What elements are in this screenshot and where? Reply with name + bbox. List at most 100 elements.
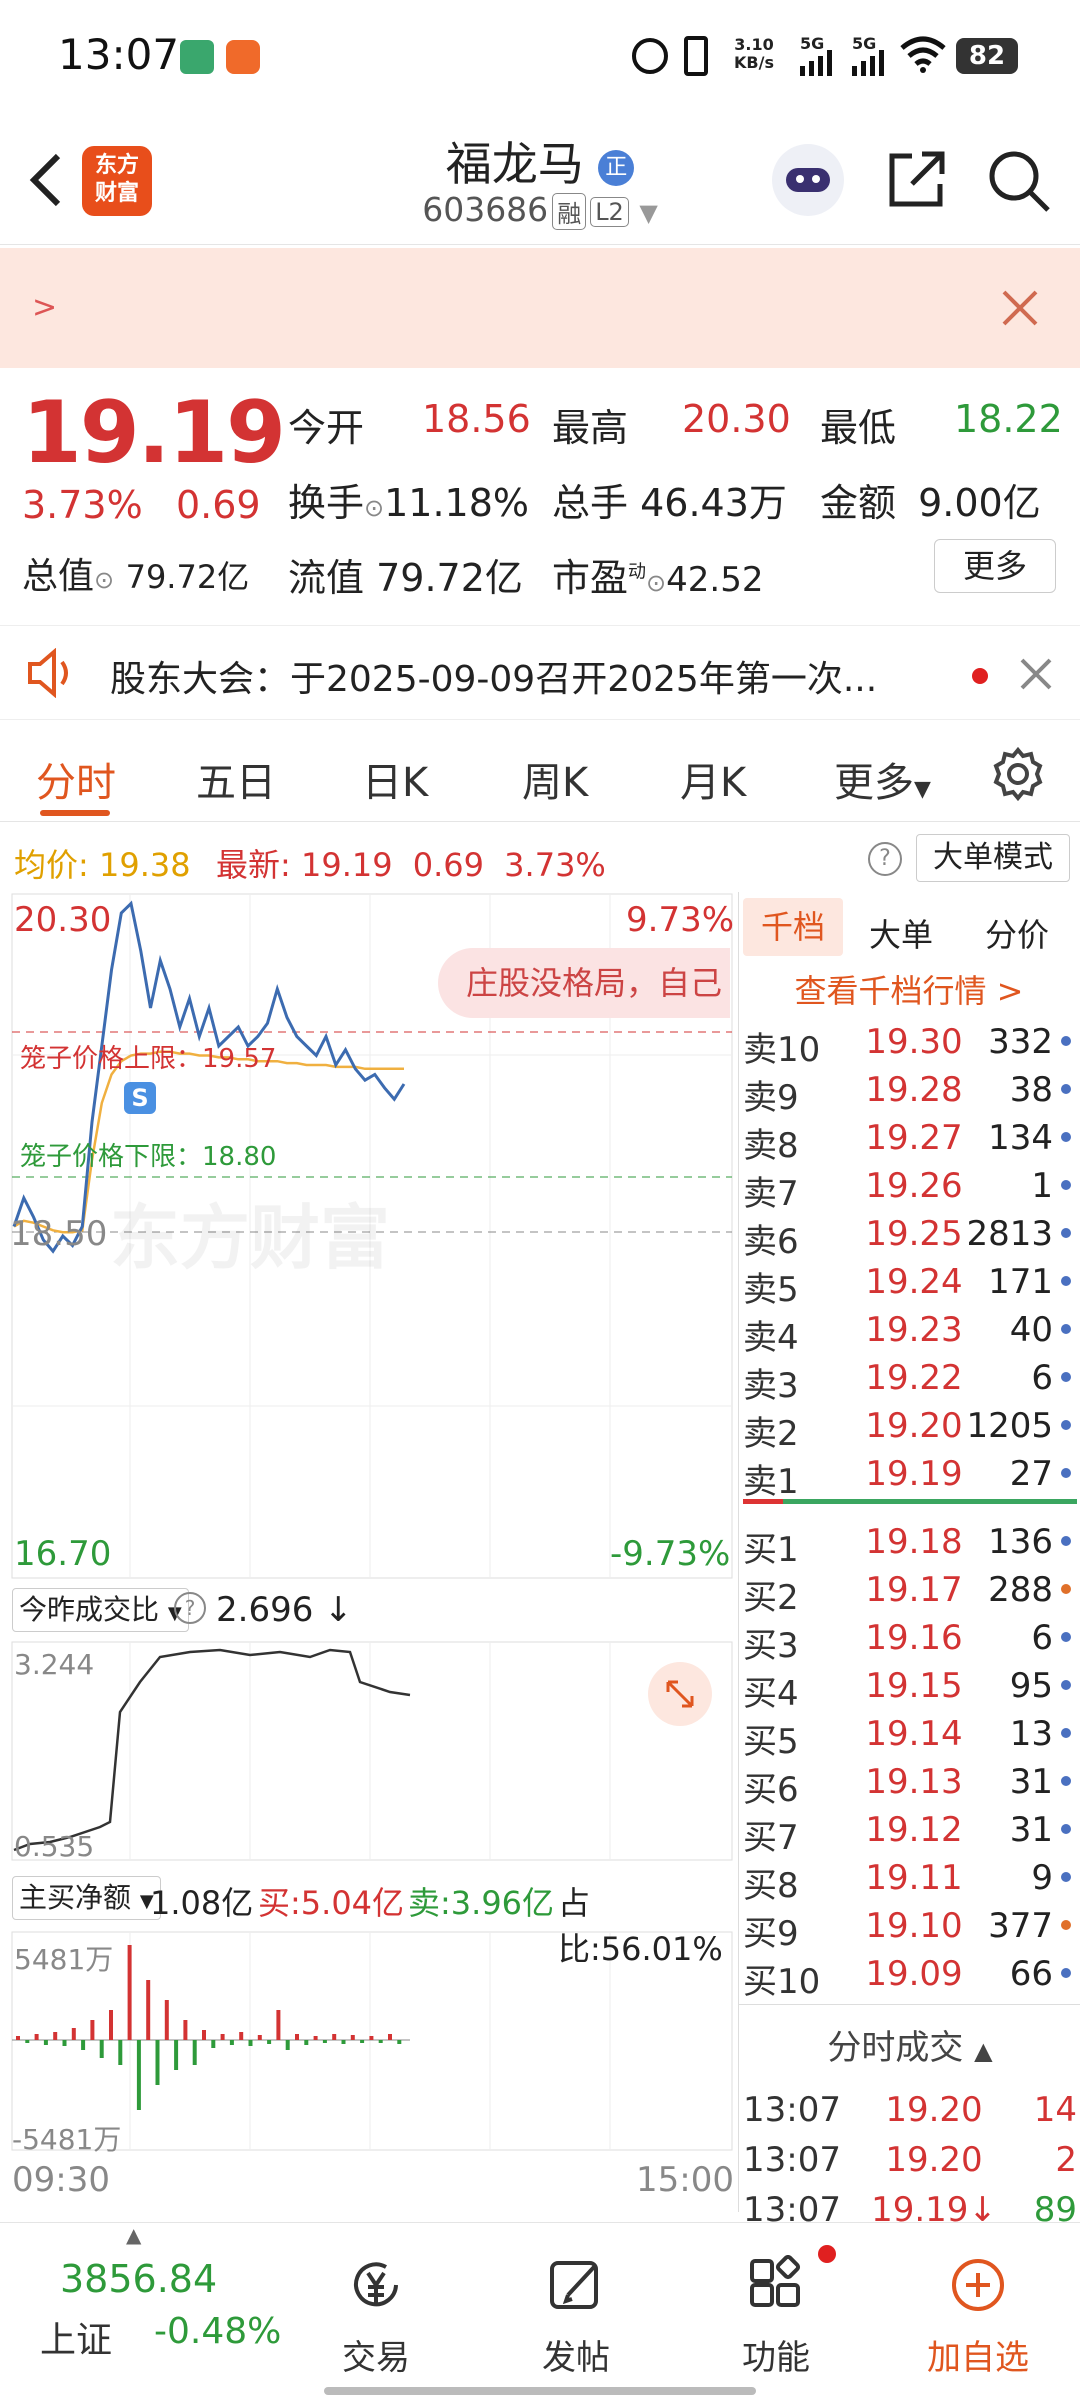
index-expand-icon[interactable]: ▲ xyxy=(126,2223,141,2247)
bid-row[interactable]: 买7 19.12 31 xyxy=(739,1804,1080,1858)
ask-indicator-dot xyxy=(1061,1132,1071,1142)
index-change[interactable]: -0.48% xyxy=(154,2311,281,2352)
info-circle-icon[interactable]: ⊙ xyxy=(94,566,114,594)
low-value: 18.22 xyxy=(954,397,1063,441)
pe-value: 42.52 xyxy=(666,560,764,600)
big-order-mode-button[interactable]: 大单模式 xyxy=(916,834,1070,882)
bid-price: 19.15 xyxy=(865,1666,963,1706)
tab-intraday[interactable]: 分时 xyxy=(36,750,116,808)
netbuy-select[interactable]: 主买净额 ▼ xyxy=(12,1876,161,1920)
bid-row[interactable]: 买2 19.17 288 xyxy=(739,1564,1080,1618)
tab-depth[interactable]: 千档 xyxy=(743,898,843,956)
ask-row[interactable]: 卖1 19.19 27 xyxy=(739,1448,1080,1502)
search-icon[interactable] xyxy=(986,148,1052,214)
pe-ratio: 市盈动⊙42.52 xyxy=(552,547,763,602)
bid-row[interactable]: 买6 19.13 31 xyxy=(739,1756,1080,1810)
netbuy-bar xyxy=(53,2032,58,2040)
dropdown-triangle-icon[interactable]: ▼ xyxy=(639,199,657,227)
netbuy-bar xyxy=(81,2040,86,2050)
nav-trade[interactable]: 交易 xyxy=(316,2255,436,2379)
tab-more[interactable]: 更多▼ xyxy=(834,750,931,808)
watermark: 东方财富 xyxy=(110,1197,390,1279)
float-value: 79.72亿 xyxy=(376,556,523,600)
toast-message[interactable]: 庄股没格局，自己 xyxy=(438,948,730,1018)
settings-gear-icon[interactable] xyxy=(990,746,1046,802)
trade-volume: 14 xyxy=(1033,2090,1077,2130)
bid-row[interactable]: 买8 19.11 9 xyxy=(739,1852,1080,1906)
status-time: 13:07 xyxy=(58,30,180,79)
ask-row[interactable]: 卖5 19.24 171 xyxy=(739,1256,1080,1310)
trades-title[interactable]: 分时成交 ▲ xyxy=(739,2020,1080,2069)
promo-banner[interactable]: > xyxy=(0,248,1080,368)
info-circle-icon[interactable]: ⊙ xyxy=(364,494,384,522)
bid-row[interactable]: 买3 19.16 6 xyxy=(739,1612,1080,1666)
netbuy-bar xyxy=(174,2040,179,2070)
bottom-navigation: ▲ 3856.84 上证 -0.48% 交易 发帖 功能 加自选 xyxy=(0,2222,1080,2400)
open-value: 18.56 xyxy=(422,397,531,441)
ask-indicator-dot xyxy=(1061,1324,1071,1334)
tab-price-distribution[interactable]: 分价 xyxy=(985,910,1049,956)
ratio-select[interactable]: 今昨成交比 ▼ xyxy=(12,1588,189,1632)
close-icon[interactable] xyxy=(1018,656,1054,692)
notice-bar[interactable]: 股东大会：于2025-09-09召开2025年第一次... xyxy=(0,625,1080,720)
bid-price: 19.12 xyxy=(865,1810,963,1850)
bid-row[interactable]: 买4 19.15 95 xyxy=(739,1660,1080,1714)
netbuy-bar xyxy=(34,2034,39,2040)
bid-row[interactable]: 买9 19.10 377 xyxy=(739,1900,1080,1954)
avg-label: 均价: xyxy=(14,846,89,884)
ask-row[interactable]: 卖8 19.27 134 xyxy=(739,1112,1080,1166)
bid-row[interactable]: 买5 19.14 13 xyxy=(739,1708,1080,1762)
nav-add-watchlist[interactable]: 加自选 xyxy=(918,2255,1038,2379)
change-amount: 0.69 xyxy=(176,483,261,527)
tab-weekly-k[interactable]: 周K xyxy=(522,750,588,808)
netbuy-bar xyxy=(350,2035,355,2040)
trade-row: 13:07 19.20 14 xyxy=(739,2084,1080,2132)
index-name[interactable]: 上证 xyxy=(40,2311,112,2363)
wifi-icon xyxy=(900,36,946,73)
more-button[interactable]: 更多 xyxy=(934,539,1056,593)
ask-price: 19.26 xyxy=(865,1166,963,1206)
stock-code-text: 603686 xyxy=(422,190,549,229)
share-icon[interactable] xyxy=(884,148,948,212)
tab-monthly-k[interactable]: 月K xyxy=(680,750,746,808)
banner-arrow: > xyxy=(32,290,58,325)
tab-five-day[interactable]: 五日 xyxy=(196,750,276,808)
help-icon[interactable]: ? xyxy=(174,1592,206,1624)
app-notification-icon xyxy=(180,40,214,74)
mktcap-value: 79.72亿 xyxy=(125,558,250,596)
ask-row[interactable]: 卖9 19.28 38 xyxy=(739,1064,1080,1118)
close-icon[interactable] xyxy=(1000,288,1040,328)
net-speed-value: 3.10 xyxy=(734,35,774,54)
view-depth-link[interactable]: 查看千档行情 > xyxy=(739,966,1079,1012)
bid-row[interactable]: 买1 19.18 136 xyxy=(739,1516,1080,1570)
tab-big-order[interactable]: 大单 xyxy=(869,910,933,956)
bid-row[interactable]: 买10 19.09 66 xyxy=(739,1948,1080,2002)
ask-indicator-dot xyxy=(1061,1372,1071,1382)
sell-marker-icon[interactable]: S xyxy=(124,1082,156,1114)
bid-indicator-dot xyxy=(1061,1872,1071,1882)
ask-row[interactable]: 卖7 19.26 1 xyxy=(739,1160,1080,1214)
bid-volume: 66 xyxy=(1009,1954,1053,1994)
tab-daily-k[interactable]: 日K xyxy=(362,750,428,808)
netbuy-bar xyxy=(378,2040,383,2043)
ask-volume: 2813 xyxy=(966,1214,1053,1254)
ask-row[interactable]: 卖2 19.20 1205 xyxy=(739,1400,1080,1454)
turnover-label: 换手 xyxy=(288,481,365,525)
expand-icon[interactable] xyxy=(648,1662,712,1726)
home-indicator[interactable] xyxy=(324,2387,756,2395)
nav-post[interactable]: 发帖 xyxy=(516,2255,636,2379)
price-info-line: 均价: 19.38 最新: 19.19 0.69 3.73% ? 大单模式 xyxy=(0,828,1080,888)
ratio-select-label: 今昨成交比 xyxy=(19,1593,160,1626)
nav-function[interactable]: 功能 xyxy=(716,2254,836,2379)
ask-row[interactable]: 卖4 19.23 40 xyxy=(739,1304,1080,1358)
ask-row[interactable]: 卖6 19.25 2813 xyxy=(739,1208,1080,1262)
help-icon[interactable]: ? xyxy=(868,842,902,876)
robot-assistant-icon[interactable] xyxy=(772,144,844,216)
info-circle-icon[interactable]: ⊙ xyxy=(646,569,666,597)
ask-row[interactable]: 卖3 19.22 6 xyxy=(739,1352,1080,1406)
function-badge-dot xyxy=(818,2245,836,2263)
ratio-top-label: 3.244 xyxy=(14,1648,95,1681)
ratio-panel-frame xyxy=(11,1641,733,1861)
ask-row[interactable]: 卖10 19.30 332 xyxy=(739,1016,1080,1070)
index-value[interactable]: 3856.84 xyxy=(60,2257,217,2301)
